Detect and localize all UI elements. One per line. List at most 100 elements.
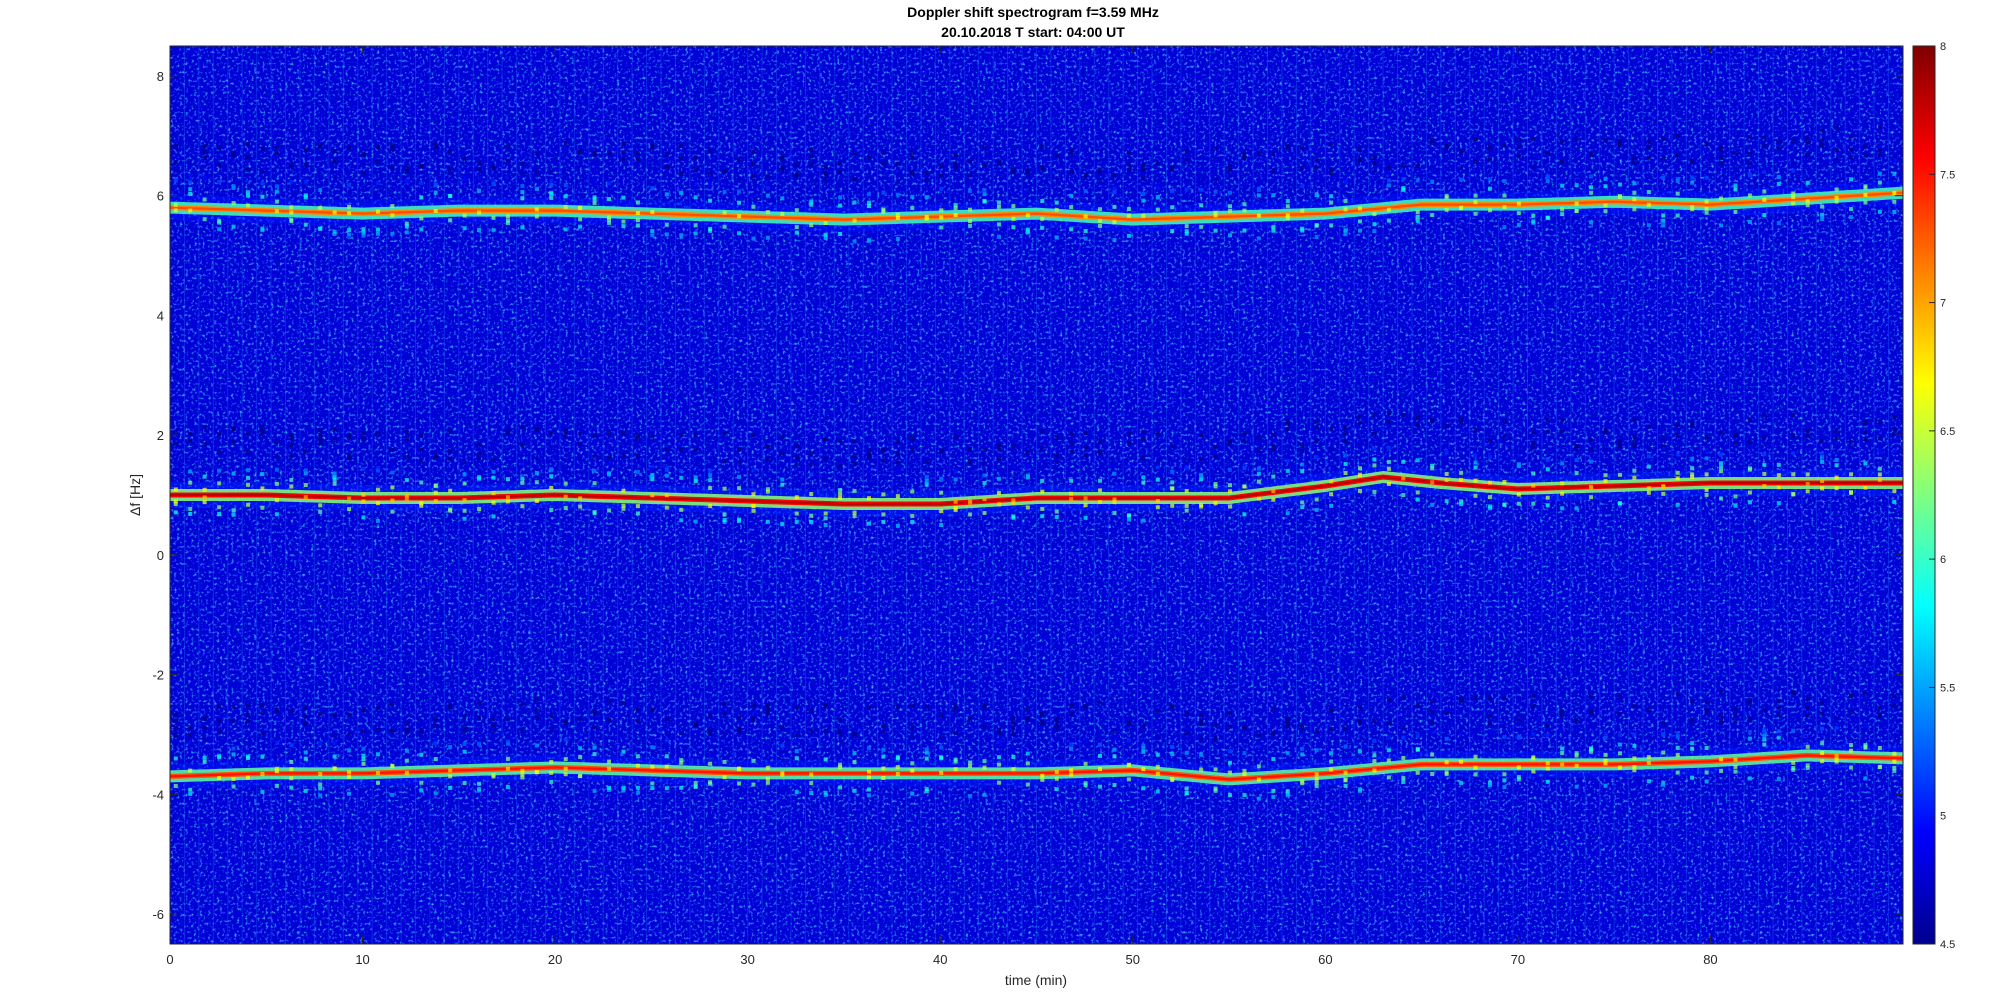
trace-speckle	[693, 223, 698, 228]
trace-speckle	[1300, 469, 1305, 474]
trace-speckle	[1213, 228, 1218, 233]
trace-speckle	[823, 522, 828, 527]
trace-speckle	[1704, 169, 1709, 174]
trace-speckle	[693, 479, 698, 484]
trace-speckle	[1386, 748, 1391, 753]
trace-speckle	[1589, 174, 1594, 179]
trace-speckle	[1834, 726, 1839, 731]
trace-speckle	[549, 474, 554, 479]
trace-speckle	[794, 230, 799, 235]
trace-speckle	[1820, 759, 1825, 764]
trace-speckle	[982, 188, 987, 193]
trace-speckle	[621, 734, 626, 739]
trace-speckle	[217, 775, 222, 780]
colorbar-tick-label: 4.5	[1940, 939, 1955, 951]
trace-speckle	[1704, 449, 1709, 454]
trace-speckle	[404, 727, 409, 732]
trace-speckle	[173, 441, 178, 446]
trace-speckle	[1560, 729, 1565, 734]
trace-speckle	[1415, 178, 1420, 183]
trace-speckle	[332, 437, 337, 442]
trace-speckle	[245, 450, 250, 455]
trace-speckle	[968, 223, 973, 228]
trace-speckle	[578, 224, 583, 229]
trace-speckle	[1704, 434, 1709, 439]
trace-speckle	[1617, 195, 1622, 200]
trace-speckle	[1834, 429, 1839, 434]
trace-speckle	[289, 785, 294, 790]
trace-speckle	[823, 220, 828, 225]
trace-speckle	[1487, 480, 1492, 485]
y-tick-label: 6	[157, 189, 164, 204]
trace-speckle	[794, 756, 799, 761]
trace-speckle	[563, 141, 568, 146]
trace-speckle	[1820, 459, 1825, 464]
trace-speckle	[1112, 782, 1117, 787]
trace-speckle	[664, 152, 669, 157]
trace-speckle	[419, 729, 424, 734]
trace-speckle	[491, 774, 496, 779]
trace-speckle	[1646, 464, 1651, 469]
trace-speckle	[1343, 425, 1348, 430]
trace-speckle	[1415, 733, 1420, 738]
trace-speckle	[881, 775, 886, 780]
trace-speckle	[173, 510, 178, 515]
trace-speckle	[910, 726, 915, 731]
trace-speckle	[1589, 710, 1594, 715]
trace-speckle	[332, 766, 337, 771]
trace-speckle	[303, 193, 308, 198]
trace-speckle	[520, 161, 525, 166]
trace-speckle	[534, 480, 539, 485]
trace-speckle	[1834, 475, 1839, 480]
trace-speckle	[1141, 198, 1146, 203]
trace-speckle	[1357, 720, 1362, 725]
trace-speckle	[563, 494, 568, 499]
trace-speckle	[1791, 433, 1796, 438]
trace-speckle	[1271, 489, 1276, 494]
trace-speckle	[881, 190, 886, 195]
trace-speckle	[1098, 766, 1103, 771]
trace-speckle	[1675, 470, 1680, 475]
trace-speckle	[1617, 751, 1622, 756]
trace-speckle	[751, 204, 756, 209]
trace-speckle	[1401, 755, 1406, 760]
trace-speckle	[477, 716, 482, 721]
trace-speckle	[289, 436, 294, 441]
trace-speckle	[318, 205, 323, 210]
trace-speckle	[1791, 766, 1796, 771]
trace-speckle	[823, 728, 828, 733]
trace-speckle	[1849, 440, 1854, 445]
trace-speckle	[202, 736, 207, 741]
trace-speckle	[1444, 207, 1449, 212]
trace-speckle	[188, 175, 193, 180]
trace-speckle	[390, 730, 395, 735]
trace-speckle	[809, 520, 814, 525]
trace-speckle	[1487, 696, 1492, 701]
trace-speckle	[1112, 220, 1117, 225]
trace-speckle	[1199, 433, 1204, 438]
trace-speckle	[1040, 514, 1045, 519]
trace-speckle	[303, 788, 308, 793]
trace-speckle	[838, 495, 843, 500]
trace-speckle	[231, 746, 236, 751]
trace-speckle	[1357, 466, 1362, 471]
trace-speckle	[1603, 783, 1608, 788]
trace-speckle	[202, 474, 207, 479]
trace-speckle	[419, 458, 424, 463]
trace-speckle	[664, 493, 669, 498]
trace-speckle	[1285, 198, 1290, 203]
trace-speckle	[664, 165, 669, 170]
trace-speckle	[534, 186, 539, 191]
trace-speckle	[939, 173, 944, 178]
trace-speckle	[1531, 213, 1536, 218]
trace-speckle	[1430, 419, 1435, 424]
trace-speckle	[1401, 187, 1406, 192]
trace-speckle	[737, 781, 742, 786]
trace-speckle	[866, 775, 871, 780]
trace-speckle	[968, 188, 973, 193]
trace-speckle	[794, 172, 799, 177]
trace-speckle	[996, 222, 1001, 227]
trace-speckle	[1704, 779, 1709, 784]
trace-speckle	[1386, 165, 1391, 170]
trace-speckle	[1054, 176, 1059, 181]
